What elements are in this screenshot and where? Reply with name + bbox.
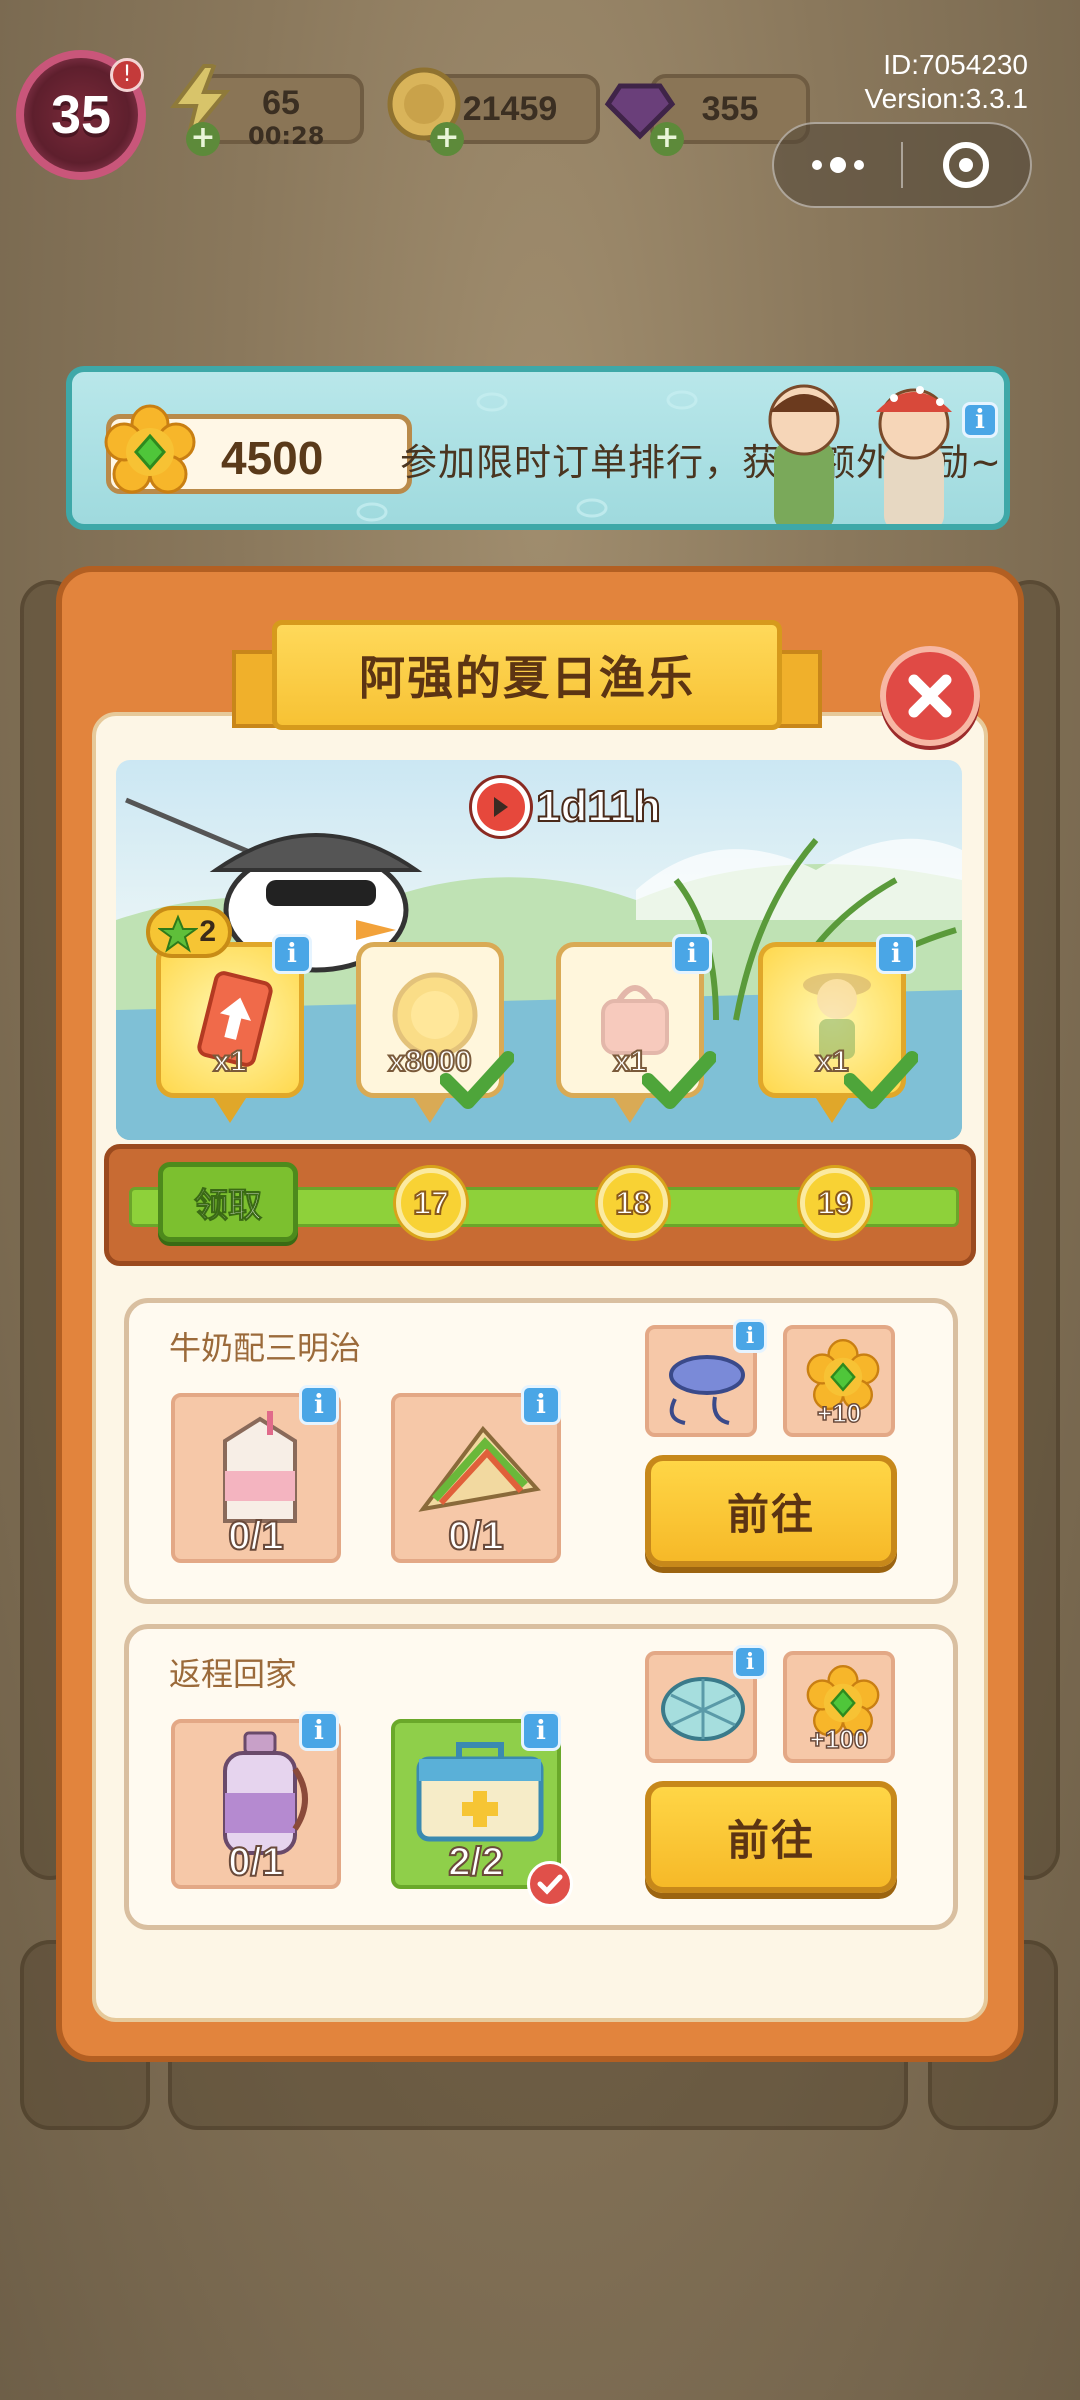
energy-value: 65 (262, 83, 300, 122)
completed-check-icon (527, 1861, 573, 1907)
player-level-badge[interactable]: 35 ! (16, 50, 146, 180)
coins-add-icon[interactable]: + (430, 122, 464, 156)
claimed-check-icon (440, 1051, 514, 1109)
level-alert-icon: ! (110, 58, 144, 92)
milestone-17: 17 (396, 1168, 466, 1238)
claimed-check-icon (844, 1051, 918, 1109)
app-version: Version:3.3.1 (864, 83, 1028, 114)
reward-points-slot: +100 (783, 1651, 895, 1763)
reward-info-icon[interactable]: i (733, 1319, 767, 1353)
star-count-badge: 2 (146, 906, 232, 958)
fishing-net-icon (661, 1677, 745, 1741)
item-progress: 0/1 (227, 1513, 285, 1559)
account-id: ID:7054230 (883, 49, 1028, 80)
account-info: ID:7054230 Version:3.3.1 (865, 48, 1028, 116)
reward-points-slot: +10 (783, 1325, 895, 1437)
coins-value: 21459 (462, 89, 558, 128)
banner-info-icon[interactable]: i (962, 402, 998, 438)
ranking-banner[interactable]: 4500 参加限时订单排行，获得额外奖励~ i (66, 366, 1010, 530)
claim-button[interactable]: 领取 (158, 1162, 298, 1242)
go-button[interactable]: 前往 (645, 1455, 897, 1567)
reward-info-icon-1[interactable]: i (272, 934, 312, 974)
reward-info-icon-4[interactable]: i (876, 934, 916, 974)
ribbon-main: 阿强的夏日渔乐 (272, 620, 782, 730)
item-progress: 0/1 (447, 1513, 505, 1559)
gems-add-icon[interactable]: + (650, 122, 684, 156)
event-points: 4500 (221, 432, 324, 484)
milk-carton-icon (223, 1411, 297, 1523)
event-timer: 1d11h (472, 775, 662, 839)
mini-program-capsule (772, 122, 1032, 208)
gems-value: 355 (701, 89, 759, 128)
energy-add-icon[interactable]: + (186, 122, 220, 156)
star-icon (158, 914, 198, 953)
energy-timer: 00:28 (248, 122, 325, 150)
fishing-lure-icon (669, 1355, 745, 1425)
close-program-icon[interactable] (903, 124, 1030, 206)
flower-gem-icon (104, 404, 196, 494)
event-title: 阿强的夏日渔乐 (359, 651, 695, 705)
milestone-19: 19 (800, 1168, 870, 1238)
order-title: 返程回家 (169, 1655, 298, 1693)
milestone-label: 18 (614, 1184, 652, 1222)
event-timer-text: 1d11h (535, 781, 662, 832)
item-info-icon[interactable]: i (299, 1385, 339, 1425)
milestone-label: 17 (412, 1184, 450, 1222)
item-info-icon[interactable]: i (521, 1711, 561, 1751)
claim-label: 领取 (194, 1185, 263, 1226)
order-card-1: 牛奶配三明治 0/1 i 0/1 i i +10 前往 (124, 1298, 958, 1604)
close-icon (908, 674, 952, 718)
milestone-18: 18 (598, 1168, 668, 1238)
close-button[interactable] (880, 646, 980, 746)
go-label: 前往 (726, 1489, 815, 1539)
more-menu-icon[interactable] (774, 124, 901, 206)
item-info-icon[interactable]: i (521, 1385, 561, 1425)
reward-qty-1: x1 (212, 1044, 247, 1079)
star-count: 2 (199, 915, 216, 948)
sandwich-icon (418, 1425, 541, 1512)
reward-info-icon-3[interactable]: i (672, 934, 712, 974)
reward-info-icon[interactable]: i (733, 1645, 767, 1679)
reward-points: +100 (809, 1723, 869, 1755)
go-label: 前往 (726, 1815, 815, 1865)
go-button[interactable]: 前往 (645, 1781, 897, 1893)
first-aid-kit-icon (416, 1742, 544, 1842)
reward-points: +10 (816, 1397, 862, 1429)
item-info-icon[interactable]: i (299, 1711, 339, 1751)
player-level: 35 (50, 85, 112, 145)
order-title: 牛奶配三明治 (169, 1329, 362, 1367)
kids-illustration (768, 384, 952, 524)
event-title-ribbon: 阿强的夏日渔乐 (232, 620, 822, 736)
milestone-label: 19 (816, 1184, 854, 1222)
clock-icon (472, 778, 530, 836)
claimed-check-icon (642, 1051, 716, 1109)
item-progress: 0/1 (227, 1839, 285, 1885)
order-card-2: 返程回家 0/1 i 2/2 i i +100 前往 (124, 1624, 958, 1930)
